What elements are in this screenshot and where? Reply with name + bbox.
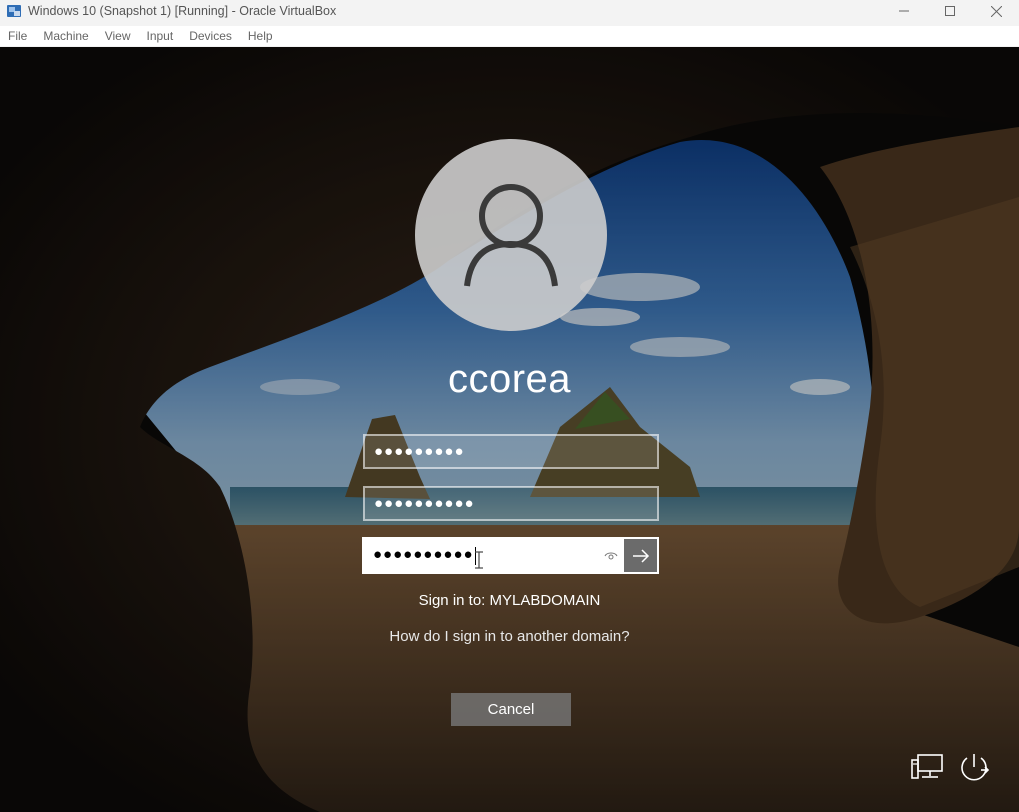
menu-help[interactable]: Help	[248, 29, 273, 43]
account-username: ccorea	[447, 357, 572, 401]
confirm-password-field[interactable]: ●●●●●●●●●●	[362, 537, 659, 574]
maximize-button[interactable]	[927, 0, 973, 22]
close-button[interactable]	[973, 0, 1019, 22]
minimize-icon	[899, 10, 909, 12]
window-titlebar: Windows 10 (Snapshot 1) [Running] - Orac…	[0, 0, 1019, 22]
menu-machine[interactable]: Machine	[43, 29, 88, 43]
window-title: Windows 10 (Snapshot 1) [Running] - Orac…	[28, 4, 337, 18]
minimize-button[interactable]	[881, 0, 927, 22]
vm-display[interactable]: ccorea ●●●●●●●●● ●●●●●●●●●● ●●●●●●●●●● S…	[0, 47, 1019, 812]
menu-bar: File Machine View Input Devices Help	[0, 26, 1019, 46]
user-avatar-icon	[464, 184, 558, 287]
network-button[interactable]	[910, 752, 944, 787]
virtualbox-icon	[6, 3, 22, 19]
username-field-value: ●●●●●●●●●	[374, 443, 465, 460]
menu-devices[interactable]: Devices	[189, 29, 232, 43]
user-avatar	[415, 139, 607, 331]
reveal-password-icon	[604, 552, 618, 559]
other-domain-link[interactable]: How do I sign in to another domain?	[0, 628, 1019, 645]
menu-view[interactable]: View	[105, 29, 131, 43]
sign-in-domain-label: Sign in to: MYLABDOMAIN	[418, 592, 601, 609]
maximize-icon	[945, 6, 955, 16]
close-icon	[990, 5, 1002, 17]
submit-button[interactable]	[624, 539, 657, 572]
menu-file[interactable]: File	[8, 29, 27, 43]
cancel-button[interactable]: Cancel	[451, 693, 571, 726]
password-field-value: ●●●●●●●●●●	[374, 495, 475, 512]
ibeam-cursor-icon	[475, 551, 483, 569]
password-field[interactable]: ●●●●●●●●●●	[363, 486, 659, 521]
power-button[interactable]	[957, 752, 991, 789]
reveal-password-button[interactable]	[598, 539, 624, 572]
arrow-right-icon	[632, 548, 649, 563]
network-icon	[911, 754, 943, 779]
username-field[interactable]: ●●●●●●●●●	[363, 434, 659, 469]
menu-input[interactable]: Input	[147, 29, 174, 43]
confirm-password-value: ●●●●●●●●●●	[373, 546, 474, 564]
power-icon	[961, 754, 990, 781]
